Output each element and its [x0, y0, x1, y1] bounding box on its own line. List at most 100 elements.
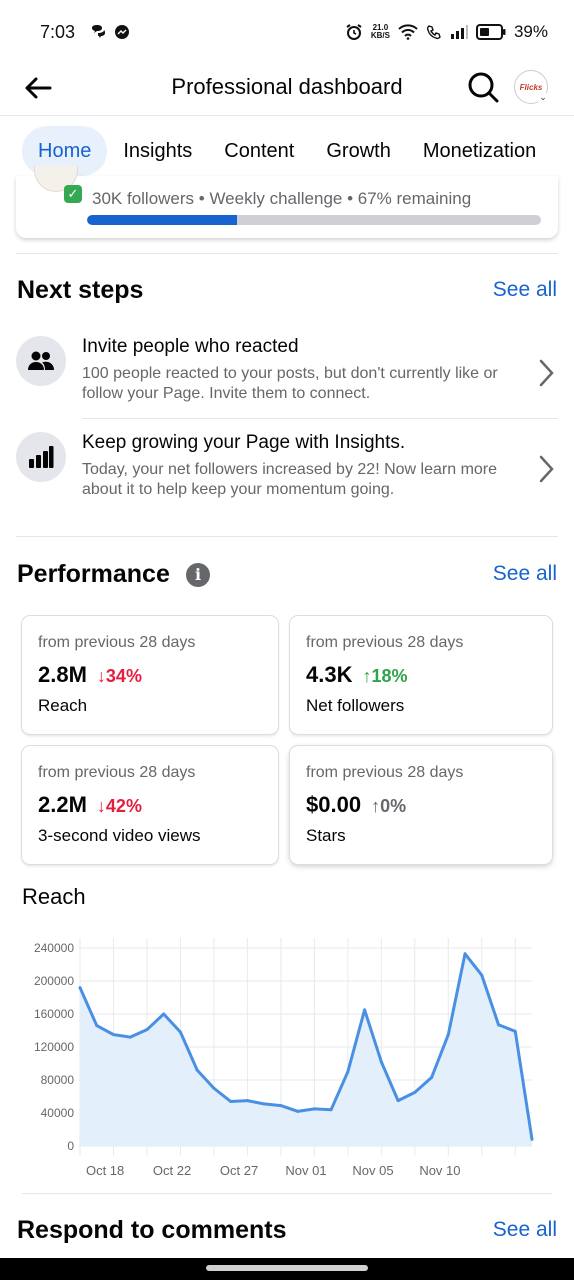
weekly-challenge-card[interactable]: ✓ 30K followers • Weekly challenge • 67%…	[16, 166, 558, 238]
top-bar: Professional dashboard Flicks ⌄	[0, 64, 574, 114]
chart-data-point	[363, 1008, 367, 1012]
system-status: 21.0 KB/S 39%	[345, 22, 548, 42]
chart-data-point	[245, 1099, 249, 1103]
metric-value: 2.8M	[38, 662, 87, 687]
chart-y-tick-label: 240000	[34, 941, 74, 955]
chart-x-tick-label: Nov 05	[352, 1163, 393, 1178]
metric-card-stars[interactable]: from previous 28 days $0.00 ↑0% Stars	[290, 746, 552, 864]
metric-change: ↑18%	[362, 666, 408, 686]
tab-insights[interactable]: Insights	[107, 126, 208, 176]
chart-data-point	[446, 1033, 450, 1037]
metric-change: ↓42%	[96, 796, 142, 816]
tab-content[interactable]: Content	[208, 126, 310, 176]
chart-y-tick-label: 0	[67, 1139, 74, 1153]
metric-label: Net followers	[306, 696, 405, 715]
section-divider	[16, 536, 558, 537]
chart-data-point	[312, 1107, 316, 1111]
chart-y-tick-label: 200000	[34, 974, 74, 988]
metric-card-video-views[interactable]: from previous 28 days 2.2M ↓42% 3-second…	[22, 746, 278, 864]
search-button[interactable]	[466, 70, 500, 104]
chart-data-point	[178, 1030, 182, 1034]
next-step-invite[interactable]: Invite people who reacted 100 people rea…	[16, 336, 558, 420]
metric-change: ↓34%	[96, 666, 142, 686]
system-nav-bar	[0, 1258, 574, 1280]
chart-data-point	[463, 952, 467, 956]
metric-label: Reach	[38, 696, 88, 715]
metric-card-net-followers[interactable]: from previous 28 days 4.3K ↑18% Net foll…	[290, 616, 552, 734]
battery-level: 39%	[513, 22, 548, 41]
chart-data-point	[530, 1137, 534, 1141]
step-description: 100 people reacted to your posts, but do…	[82, 365, 498, 402]
chart-x-tick-label: Nov 01	[285, 1163, 326, 1178]
metric-period: from previous 28 days	[306, 764, 464, 781]
challenge-text: 30K followers • Weekly challenge • 67% r…	[92, 189, 472, 208]
chart-data-point	[513, 1029, 517, 1033]
metric-label: Stars	[306, 826, 346, 845]
metric-period: from previous 28 days	[38, 764, 196, 781]
status-time: 7:03	[40, 22, 76, 42]
chart-data-point	[145, 1028, 149, 1032]
network-speed: 21.0 KB/S	[370, 23, 390, 40]
tab-growth[interactable]: Growth	[310, 126, 406, 176]
step-divider	[82, 418, 558, 419]
reach-chart: 0 40000 80000 120000 160000 200000 240000 Oct 1…	[34, 938, 534, 1178]
next-steps-see-all-link[interactable]: See all	[493, 278, 557, 302]
chart-x-tick-label: Oct 27	[220, 1163, 258, 1178]
chevron-right-icon	[539, 455, 554, 483]
metric-label: 3-second video views	[38, 826, 201, 845]
status-bar: 7:03 21.0 KB/S 39%	[0, 0, 574, 64]
chart-area-fill	[80, 953, 532, 1146]
bar-chart-icon	[16, 432, 66, 482]
chart-data-point	[296, 1109, 300, 1113]
step-description: Today, your net followers increased by 2…	[82, 461, 498, 498]
chart-data-point	[262, 1102, 266, 1106]
battery-icon	[475, 24, 506, 40]
chart-data-point	[128, 1035, 132, 1039]
step-title: Invite people who reacted	[82, 336, 299, 357]
chart-data-point	[480, 973, 484, 977]
dashboard-tabs: Home Insights Content Growth Monetizatio…	[22, 126, 552, 176]
chart-y-tick-label: 80000	[41, 1073, 75, 1087]
performance-see-all-link[interactable]: See all	[493, 562, 557, 586]
page-avatar-switcher[interactable]: Flicks ⌄	[514, 70, 549, 104]
metric-value: $0.00	[306, 792, 362, 817]
chart-x-tick-label: Nov 10	[419, 1163, 460, 1178]
header-divider	[0, 115, 574, 116]
check-icon: ✓	[64, 185, 82, 203]
chevron-down-icon: ⌄	[537, 92, 549, 104]
chart-data-point	[430, 1076, 434, 1080]
alarm-icon	[346, 24, 362, 40]
chart-data-point	[279, 1104, 283, 1108]
chart-data-point	[111, 1033, 115, 1037]
chart-x-tick-label: Oct 22	[153, 1163, 191, 1178]
metric-period: from previous 28 days	[38, 634, 196, 651]
home-gesture-handle[interactable]	[206, 1265, 368, 1271]
chart-data-point	[162, 1012, 166, 1016]
comments-see-all-link[interactable]: See all	[493, 1218, 557, 1242]
wifi-icon	[398, 24, 418, 40]
chart-data-point	[497, 1023, 501, 1027]
chart-data-point	[329, 1108, 333, 1112]
metric-value: 4.3K	[306, 662, 353, 687]
metric-card-reach[interactable]: from previous 28 days 2.8M ↓34% Reach	[22, 616, 278, 734]
avatar-logo-text: Flicks	[519, 82, 543, 92]
chevron-right-icon	[539, 359, 554, 387]
next-steps-title: Next steps	[17, 276, 144, 304]
chart-data-point	[95, 1024, 99, 1028]
messenger-icon	[115, 25, 129, 39]
tab-monetization[interactable]: Monetization	[407, 126, 552, 176]
metric-period: from previous 28 days	[306, 634, 464, 651]
chart-x-tick-label: Oct 18	[86, 1163, 124, 1178]
challenge-progress-fill	[87, 215, 237, 225]
search-icon	[468, 72, 499, 103]
chart-data-point	[413, 1090, 417, 1094]
info-icon[interactable]: i	[186, 563, 210, 587]
chat-bubbles-icon	[92, 25, 105, 38]
next-step-insights[interactable]: Keep growing your Page with Insights. To…	[16, 432, 558, 516]
performance-title: Performance	[17, 560, 170, 588]
respond-to-comments-title: Respond to comments	[17, 1216, 287, 1244]
chart-y-tick-label: 160000	[34, 1007, 74, 1021]
chart-data-point	[229, 1099, 233, 1103]
notification-icons	[90, 24, 130, 40]
chart-title: Reach	[22, 884, 86, 909]
